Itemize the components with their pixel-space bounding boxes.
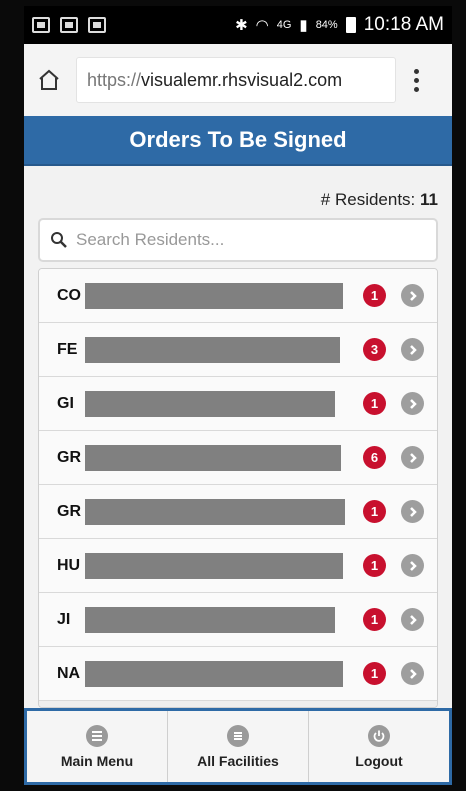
order-count-badge: 1 [363,500,386,523]
logout-label: Logout [355,752,403,769]
image-icon [60,17,78,33]
clock: 10:18 AM [363,14,444,35]
redacted-name-bar [85,606,335,633]
resident-row[interactable]: FE 3 [39,323,437,377]
resident-name: GI [57,394,74,412]
gallery-icon [32,17,50,33]
home-icon[interactable] [34,65,64,95]
resident-row[interactable]: CO 1 [39,269,437,323]
url-host: visualemr.rhsvisual2.com [141,69,343,90]
residents-number: 11 [420,190,438,209]
all-facilities-button[interactable]: All Facilities [168,711,309,782]
status-bar: ✱ ◠ 4G ▮ 84% 10:18 AM [24,6,452,44]
chevron-right-icon[interactable] [401,446,424,469]
main-menu-button[interactable]: Main Menu [27,711,168,782]
order-count-badge: 1 [363,284,386,307]
redacted-name-bar [85,282,343,309]
chevron-right-icon[interactable] [401,338,424,361]
wifi-icon: ◠ [255,17,269,34]
mail-icon [88,17,106,33]
device-frame: ✱ ◠ 4G ▮ 84% 10:18 AM https://visualemr.… [0,0,466,791]
resident-name: CO [57,286,81,304]
chevron-right-icon[interactable] [401,500,424,523]
bluetooth-icon: ✱ [235,17,248,34]
bottom-nav: Main Menu All Facilities Logout [24,708,452,785]
menu-icon [227,724,249,747]
battery-icon [345,17,356,33]
power-icon [368,724,390,747]
search-bar [38,218,438,262]
order-count-badge: 3 [363,338,386,361]
network-type: 4G [276,19,292,31]
order-count-badge: 1 [363,554,386,577]
resident-row[interactable]: GR 1 [39,485,437,539]
status-icons-right: ✱ ◠ 4G ▮ 84% 10:18 AM [235,14,444,36]
list-icon [86,724,108,747]
url-scheme: https:// [87,69,142,90]
resident-row[interactable]: NA 1 [39,647,437,701]
battery-percent: 84% [315,19,338,31]
browser-address-bar: https://visualemr.rhsvisual2.com [24,44,452,116]
residents-list: CO 1 FE 3 GI 1 GR 6 GR 1 HU 1 JI 1 NA 1 [38,268,438,708]
signal-icon: ▮ [299,17,308,34]
url-field[interactable]: https://visualemr.rhsvisual2.com [76,57,396,103]
search-input[interactable] [76,230,416,250]
resident-name: HU [57,556,81,574]
residents-count: # Residents: 11 [321,190,438,210]
order-count-badge: 1 [363,608,386,631]
redacted-name-bar [85,660,343,687]
resident-row[interactable]: HU 1 [39,539,437,593]
resident-name: FE [57,340,78,358]
chevron-right-icon[interactable] [401,284,424,307]
phone-screen: ✱ ◠ 4G ▮ 84% 10:18 AM https://visualemr.… [24,6,452,785]
main-menu-label: Main Menu [60,752,134,769]
redacted-name-bar [85,444,341,471]
status-icons-left [32,17,106,33]
resident-row[interactable]: GR 6 [39,431,437,485]
resident-row[interactable]: GI 1 [39,377,437,431]
order-count-badge: 1 [363,392,386,415]
resident-name: JI [57,610,71,628]
all-facilities-label: All Facilities [197,752,279,769]
redacted-name-bar [85,498,345,525]
chevron-right-icon[interactable] [401,554,424,577]
resident-row[interactable]: JI 1 [39,593,437,647]
more-options-icon[interactable] [406,68,426,92]
logout-button[interactable]: Logout [309,711,449,782]
redacted-name-bar [85,552,343,579]
resident-row-partial[interactable] [39,701,437,707]
residents-label: # Residents: [320,190,416,209]
resident-name: GR [57,502,81,520]
resident-name: GR [57,448,81,466]
resident-name: NA [57,664,81,682]
order-count-badge: 6 [363,446,386,469]
chevron-right-icon[interactable] [401,392,424,415]
order-count-badge: 1 [363,662,386,685]
page-title: Orders To Be Signed [24,116,452,166]
search-icon [50,231,68,249]
chevron-right-icon[interactable] [401,662,424,685]
chevron-right-icon[interactable] [401,608,424,631]
redacted-name-bar [85,390,335,417]
redacted-name-bar [85,336,340,363]
